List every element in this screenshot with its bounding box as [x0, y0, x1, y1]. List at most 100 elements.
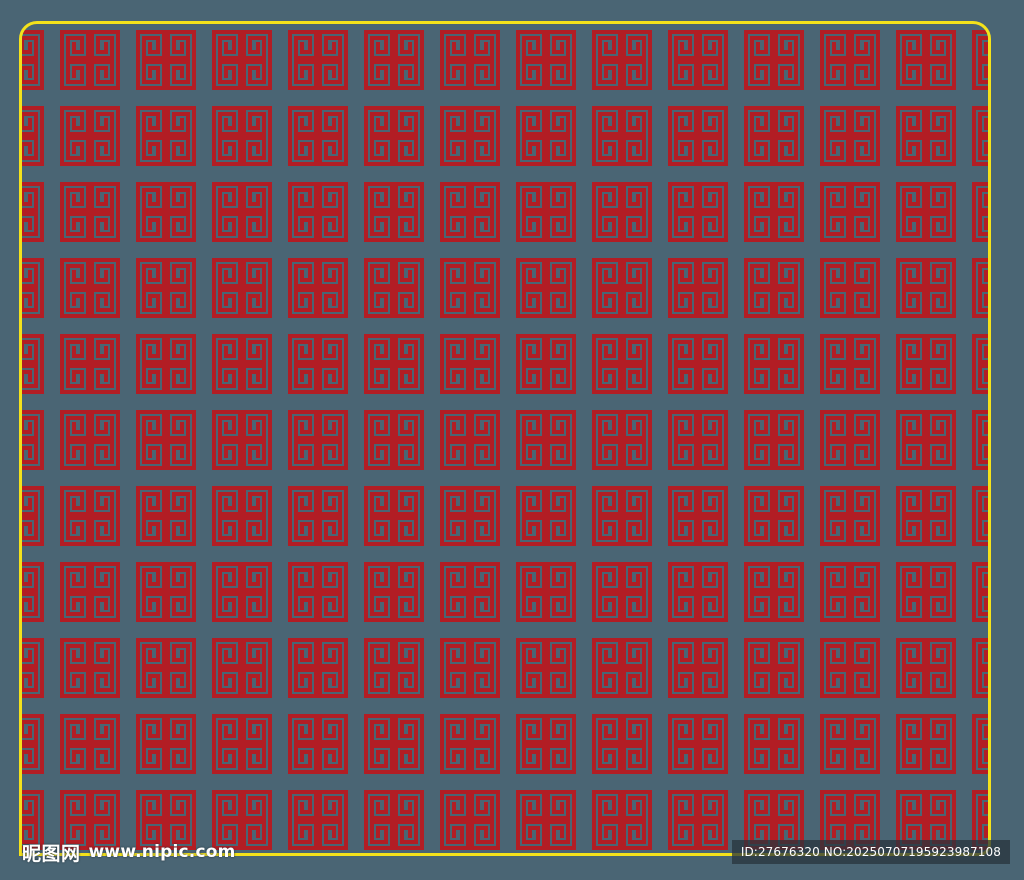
fret-motif — [290, 412, 346, 468]
fret-motif — [214, 488, 270, 544]
pattern-canvas: 昵图网 www.nipic.com ID:27676320 NO:2025070… — [0, 0, 1024, 880]
fret-motif — [898, 260, 954, 316]
fret-motif — [290, 716, 346, 772]
fret-pattern — [22, 24, 991, 856]
fret-motif — [518, 792, 574, 848]
fret-motif — [290, 260, 346, 316]
brand-site: www.nipic.com — [88, 842, 236, 862]
fret-motif — [670, 640, 726, 696]
fret-motif — [22, 32, 42, 88]
fret-motif — [746, 488, 802, 544]
fret-motif — [518, 640, 574, 696]
fret-motif — [898, 108, 954, 164]
fret-motif — [746, 412, 802, 468]
fret-motif — [62, 32, 118, 88]
fret-motif — [822, 488, 878, 544]
fret-motif — [670, 488, 726, 544]
fret-motif — [594, 792, 650, 848]
fret-motif — [746, 640, 802, 696]
fret-motif — [594, 260, 650, 316]
fret-motif — [518, 488, 574, 544]
fret-motif — [62, 716, 118, 772]
fret-motif — [822, 260, 878, 316]
fret-motif — [518, 108, 574, 164]
fret-motif — [974, 336, 991, 392]
fret-motif — [290, 108, 346, 164]
fret-motif — [366, 108, 422, 164]
fret-motif — [822, 564, 878, 620]
fret-motif — [62, 564, 118, 620]
fret-motif — [22, 336, 42, 392]
fret-motif — [366, 488, 422, 544]
fret-motif — [442, 184, 498, 240]
fret-motif — [138, 640, 194, 696]
fret-motif — [214, 412, 270, 468]
yellow-border-frame — [19, 21, 991, 856]
fret-motif — [138, 184, 194, 240]
fret-motif — [442, 488, 498, 544]
fret-motif — [746, 108, 802, 164]
fret-motif — [974, 640, 991, 696]
fret-motif — [62, 260, 118, 316]
fret-motif — [290, 488, 346, 544]
image-id-watermark: ID:27676320 NO:20250707195923987108 — [731, 840, 1010, 864]
fret-motif — [822, 640, 878, 696]
fret-motif — [974, 32, 991, 88]
fret-motif — [518, 32, 574, 88]
fret-motif — [670, 32, 726, 88]
fret-motif — [822, 716, 878, 772]
fret-motif — [366, 260, 422, 316]
fret-motif — [518, 716, 574, 772]
fret-motif — [518, 336, 574, 392]
fret-motif — [214, 108, 270, 164]
fret-motif — [746, 184, 802, 240]
fret-motif — [214, 32, 270, 88]
fret-motif — [822, 32, 878, 88]
fret-motif — [898, 716, 954, 772]
fret-motif — [898, 488, 954, 544]
fret-motif — [746, 564, 802, 620]
fret-motif — [22, 640, 42, 696]
brand-name: 昵图网 — [22, 842, 81, 865]
image-id-text: ID:27676320 NO:20250707195923987108 — [740, 845, 1001, 859]
fret-motif — [214, 184, 270, 240]
fret-motif — [746, 32, 802, 88]
brand-watermark: 昵图网 www.nipic.com — [22, 838, 236, 866]
fret-motif — [290, 564, 346, 620]
fret-motif — [442, 108, 498, 164]
fret-motif — [746, 716, 802, 772]
fret-motif — [214, 336, 270, 392]
fret-motif — [290, 32, 346, 88]
fret-motif — [442, 32, 498, 88]
fret-motif — [290, 640, 346, 696]
fret-motif — [822, 412, 878, 468]
fret-motif — [670, 412, 726, 468]
fret-motif — [290, 184, 346, 240]
fret-motif — [214, 564, 270, 620]
fret-motif — [974, 412, 991, 468]
fret-motif — [22, 716, 42, 772]
fret-motif — [898, 564, 954, 620]
fret-motif — [366, 412, 422, 468]
fret-motif — [442, 716, 498, 772]
fret-motif — [974, 716, 991, 772]
fret-motif — [62, 412, 118, 468]
fret-motif — [442, 260, 498, 316]
fret-motif — [138, 488, 194, 544]
fret-motif — [366, 640, 422, 696]
fret-motif — [594, 412, 650, 468]
fret-motif — [138, 564, 194, 620]
fret-motif — [138, 716, 194, 772]
fret-motif — [746, 260, 802, 316]
fret-motif — [22, 412, 42, 468]
fret-motif — [214, 716, 270, 772]
fret-motif — [442, 640, 498, 696]
fret-motif — [594, 564, 650, 620]
fret-motif — [366, 716, 422, 772]
fret-motif — [594, 184, 650, 240]
fret-motif — [366, 792, 422, 848]
fret-motif — [366, 564, 422, 620]
fret-motif — [898, 640, 954, 696]
fret-motif — [366, 336, 422, 392]
fret-motif — [22, 260, 42, 316]
